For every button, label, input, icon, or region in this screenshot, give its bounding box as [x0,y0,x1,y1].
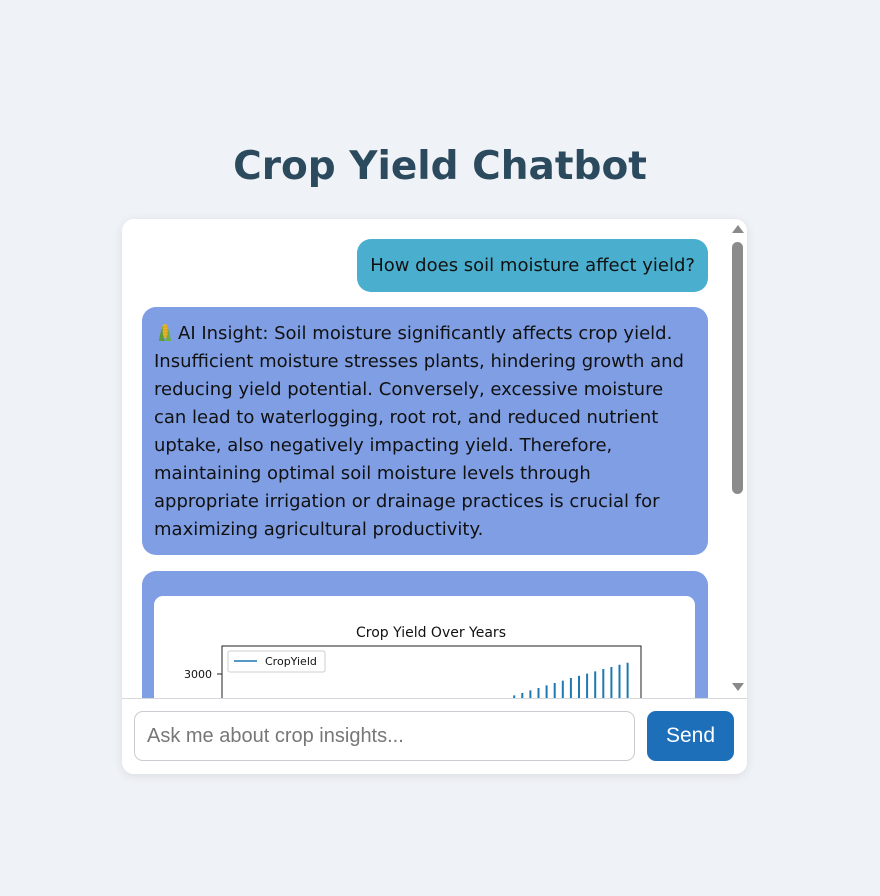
bot-chart-message: Crop Yield Over Years 3000 CropYield [142,571,708,698]
y-tick-3000: 3000 [184,668,222,681]
chat-window: How does soil moisture affect yield? AI … [122,219,747,774]
scrollbar[interactable] [730,223,746,695]
bot-message: AI Insight: Soil moisture significantly … [142,307,708,555]
user-message: How does soil moisture affect yield? [357,239,708,292]
input-bar: Send [122,698,747,774]
bars-group [513,662,629,698]
legend: CropYield [227,650,326,673]
page-title: Crop Yield Chatbot [233,144,647,189]
message-list[interactable]: How does soil moisture affect yield? AI … [122,219,747,698]
chart-title: Crop Yield Over Years [356,625,506,641]
chart-image: Crop Yield Over Years 3000 CropYield [154,596,695,698]
legend-label: CropYield [265,655,317,668]
scroll-thumb[interactable] [732,242,743,494]
y-tick-label: 3000 [184,668,212,681]
chat-input[interactable] [134,711,635,761]
bot-message-text: AI Insight: Soil moisture significantly … [154,323,684,540]
corn-icon [159,324,171,341]
scroll-up-arrow-icon[interactable] [732,225,744,233]
crop-yield-chart: Crop Yield Over Years 3000 CropYield [184,625,642,698]
scroll-down-arrow-icon[interactable] [732,683,744,691]
send-button[interactable]: Send [647,711,734,761]
